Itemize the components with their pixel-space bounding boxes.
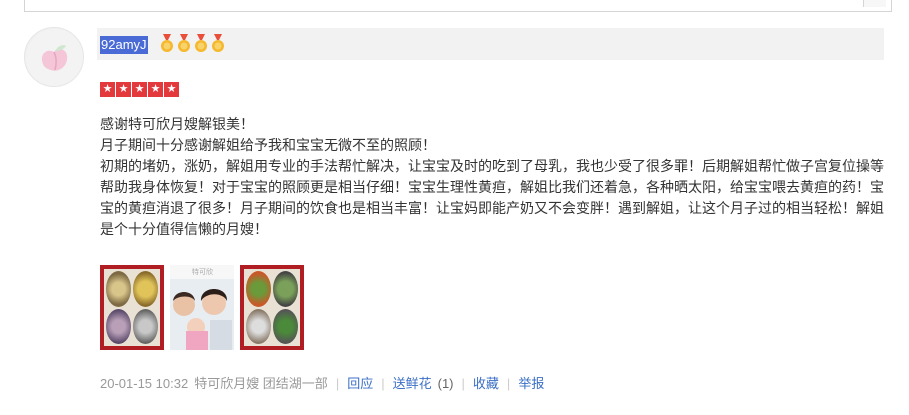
review-text: 感谢特可欣月嫂解银美！ 月子期间十分感谢解姐给予我和宝宝无微不至的照顾！ 初期的… (100, 114, 890, 240)
avatar[interactable] (24, 27, 84, 87)
divider: | (335, 376, 340, 391)
divider: | (506, 376, 511, 391)
photo-watermark: 特可欣 (192, 268, 213, 276)
medal-icon (161, 34, 173, 52)
star-icon: ★ (164, 82, 179, 97)
review-footer: 20-01-15 10:32 特可欣月嫂 团结湖一部 | 回应 | 送鲜花 (1… (100, 375, 544, 393)
favorite-link[interactable]: 收藏 (473, 375, 499, 393)
photo-image (170, 265, 234, 350)
report-link[interactable]: 举报 (518, 375, 544, 393)
flower-count: (1) (437, 376, 454, 391)
review-source: 特可欣月嫂 团结湖一部 (194, 376, 328, 391)
review-paragraph: 月子期间十分感谢解姐给予我和宝宝无微不至的照顾！ (100, 137, 436, 153)
photo-thumbnail-meals-1[interactable] (100, 265, 164, 350)
username-link[interactable]: 92amyJ (100, 36, 148, 54)
reply-link[interactable]: 回应 (347, 375, 373, 393)
medal-icon (212, 34, 224, 52)
review-paragraph: 感谢特可欣月嫂解银美！ (100, 116, 254, 132)
star-icon: ★ (132, 82, 147, 97)
top-bar (0, 0, 909, 16)
star-icon: ★ (116, 82, 131, 97)
member-medals (159, 34, 226, 54)
photo-thumbnail-meals-2[interactable] (240, 265, 304, 350)
divider: | (461, 376, 465, 391)
star-icon: ★ (148, 82, 163, 97)
peach-avatar-icon (26, 29, 83, 86)
medal-icon (178, 34, 190, 52)
photo-thumbnail-mother-baby[interactable]: 特可欣 (170, 265, 234, 350)
send-flower-link[interactable]: 送鲜花 (393, 375, 432, 393)
medal-icon (195, 34, 207, 52)
rating-stars: ★ ★ ★ ★ ★ (100, 82, 179, 97)
divider: | (381, 376, 385, 391)
review-photos: 特可欣 (100, 265, 304, 350)
review-date: 20-01-15 10:32 (100, 376, 189, 391)
star-icon: ★ (100, 82, 115, 97)
dropdown-arrow-icon[interactable] (863, 0, 886, 7)
review-paragraph: 初期的堵奶，涨奶，解姐用专业的手法帮忙解决，让宝宝及时的吃到了母乳，我也少受了很… (100, 158, 884, 237)
top-select-field[interactable] (24, 0, 892, 12)
